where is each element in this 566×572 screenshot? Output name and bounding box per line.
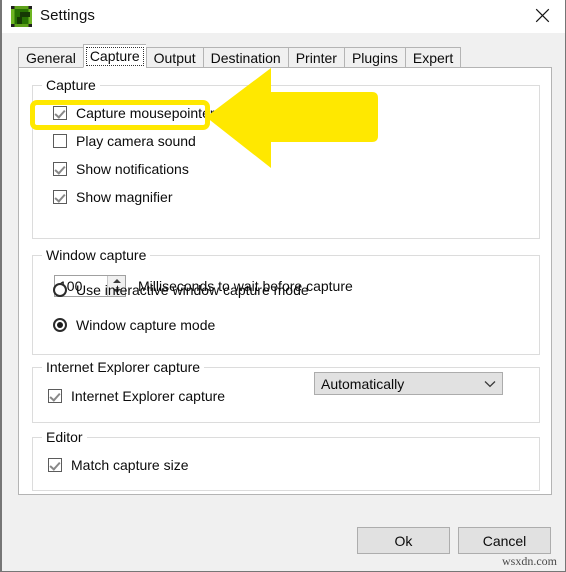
show-notifications-checkbox[interactable]: [53, 162, 67, 176]
tab-label: General: [26, 50, 76, 66]
cancel-button-label: Cancel: [482, 532, 527, 549]
ok-button[interactable]: Ok: [357, 527, 450, 554]
tab-printer[interactable]: Printer: [287, 47, 344, 68]
greenshot-logo-icon: [11, 6, 32, 27]
capture-tab-panel: Capture Capture mousepointer Play camera…: [18, 67, 552, 495]
ok-button-label: Ok: [394, 532, 413, 549]
tab-general[interactable]: General: [18, 47, 83, 68]
window-capture-mode-label: Window capture mode: [76, 317, 216, 333]
capture-group-title: Capture: [42, 77, 100, 93]
tab-label: Printer: [295, 50, 337, 66]
window-title: Settings: [40, 7, 95, 24]
play-camera-sound-checkbox[interactable]: [53, 134, 67, 148]
show-magnifier-checkbox[interactable]: [53, 190, 67, 204]
settings-dialog-window: Settings General Capture Output Destinat…: [0, 0, 566, 572]
tab-output[interactable]: Output: [145, 47, 203, 68]
show-magnifier-label: Show magnifier: [76, 189, 173, 205]
capture-mousepointer-label: Capture mousepointer: [76, 105, 215, 121]
tab-label: Output: [153, 50, 196, 66]
checkbox-row-ie-capture[interactable]: Internet Explorer capture: [48, 388, 225, 404]
tab-label: Capture: [89, 48, 140, 64]
tab-destination[interactable]: Destination: [202, 47, 288, 68]
radio-row-window-capture-mode[interactable]: Window capture mode: [53, 317, 215, 333]
editor-group: Editor Match capture size: [32, 429, 540, 491]
tab-expert[interactable]: Expert: [404, 47, 462, 68]
match-capture-size-label: Match capture size: [71, 457, 189, 473]
window-capture-group-title: Window capture: [42, 247, 151, 263]
checkbox-row-show-notifications[interactable]: Show notifications: [53, 161, 189, 177]
checkbox-row-play-camera-sound[interactable]: Play camera sound: [53, 133, 196, 149]
checkbox-row-show-magnifier[interactable]: Show magnifier: [53, 189, 173, 205]
ie-capture-checkbox[interactable]: [48, 389, 62, 403]
checkbox-row-match-capture-size[interactable]: Match capture size: [48, 457, 189, 473]
tab-plugins[interactable]: Plugins: [343, 47, 405, 68]
settings-tab-strip[interactable]: General Capture Output Destination Print…: [18, 44, 462, 68]
show-notifications-label: Show notifications: [76, 161, 189, 177]
tab-capture[interactable]: Capture: [82, 44, 146, 68]
watermark-text: wsxdn.com: [502, 554, 557, 568]
internet-explorer-capture-group: Internet Explorer capture Internet Explo…: [32, 359, 540, 423]
ie-capture-label: Internet Explorer capture: [71, 388, 226, 404]
checkbox-row-capture-mousepointer[interactable]: Capture mousepointer: [53, 105, 215, 121]
interactive-window-capture-radio[interactable]: [53, 283, 67, 297]
title-bar: Settings: [2, 0, 565, 33]
play-camera-sound-label: Play camera sound: [76, 133, 196, 149]
ie-capture-group-title: Internet Explorer capture: [42, 359, 205, 375]
editor-group-title: Editor: [42, 429, 87, 445]
capture-group: Capture Capture mousepointer Play camera…: [32, 77, 540, 239]
tab-label: Expert: [412, 50, 454, 66]
window-capture-group: Window capture Use interactive window ca…: [32, 247, 540, 355]
close-icon[interactable]: [520, 0, 565, 31]
tab-label: Destination: [210, 50, 281, 66]
interactive-window-capture-label: Use interactive window capture mode: [76, 282, 309, 298]
capture-mousepointer-checkbox[interactable]: [53, 106, 67, 120]
cancel-button[interactable]: Cancel: [458, 527, 551, 554]
window-capture-mode-radio[interactable]: [53, 318, 67, 332]
radio-row-interactive-window-capture[interactable]: Use interactive window capture mode: [53, 282, 309, 298]
tab-label: Plugins: [351, 50, 398, 66]
match-capture-size-checkbox[interactable]: [48, 458, 62, 472]
